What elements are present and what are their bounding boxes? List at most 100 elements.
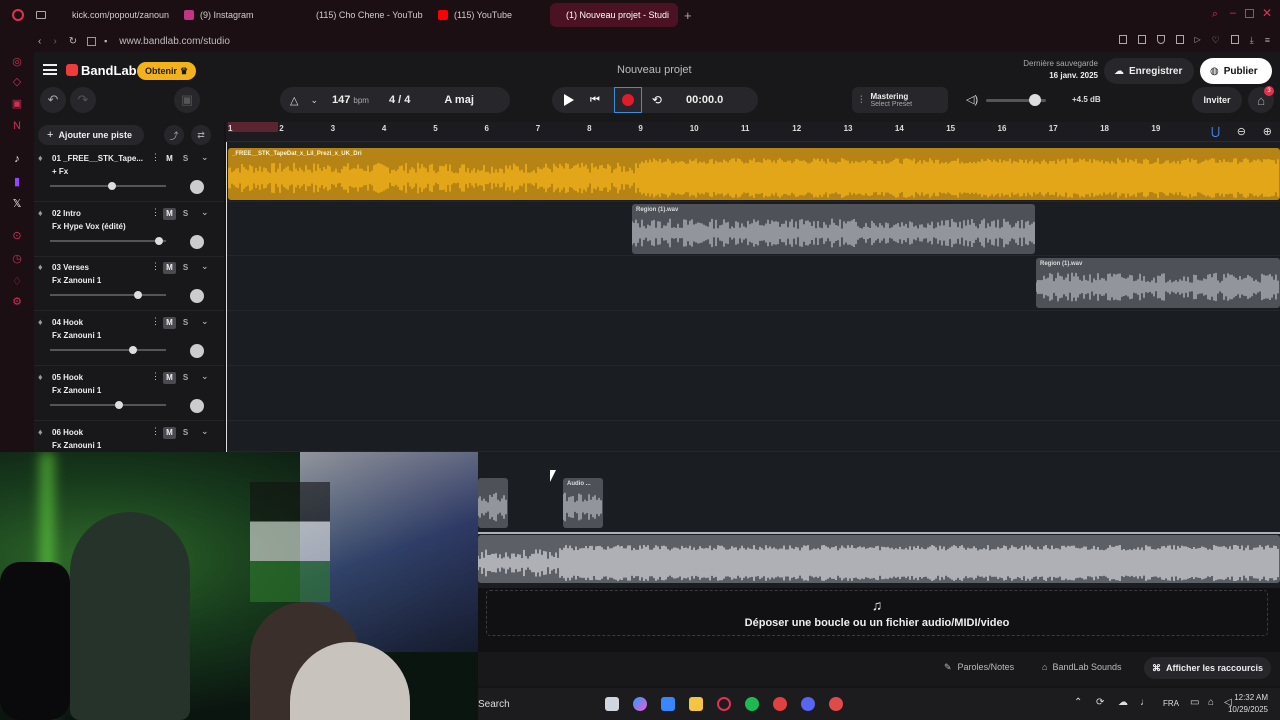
loop-region-marker[interactable]	[228, 122, 278, 132]
tab-bandlab-studio[interactable]: (1) Nouveau projet - Studi	[550, 3, 678, 27]
pan-knob[interactable]	[190, 234, 204, 249]
mic-icon[interactable]: ♦	[38, 317, 43, 327]
project-title[interactable]: Nouveau projet	[617, 64, 692, 76]
lane-5[interactable]	[226, 366, 1280, 421]
tray-date[interactable]: 10/29/2025	[1228, 705, 1268, 714]
tiktok-icon[interactable]: ♪	[11, 153, 23, 165]
timeline-ruler[interactable]: 1 2 3 4 5 6 7 8 9 10 11 12 13 14 15 16 17 18 19 ⋃ ⊖ ⊕	[226, 122, 1280, 142]
mute-button[interactable]: M	[163, 426, 176, 439]
new-tab-icon[interactable]: +	[684, 8, 692, 23]
audio-clip-partial[interactable]	[478, 478, 508, 528]
opera-logo-icon[interactable]	[12, 9, 24, 21]
full-audio-region[interactable]	[478, 535, 1280, 583]
track-settings-button[interactable]: ⇄	[191, 125, 211, 145]
capcut-icon[interactable]	[773, 697, 787, 711]
invite-button[interactable]: Inviter	[1192, 87, 1242, 113]
speaker-icon[interactable]: ◁)	[966, 93, 978, 106]
tray-time[interactable]: 12:32 AM	[1234, 693, 1268, 702]
track-options-icon[interactable]: ⋮	[151, 152, 160, 163]
key-selector[interactable]: A maj	[444, 94, 474, 106]
lyrics-button[interactable]: ✎ Paroles/Notes	[944, 662, 1014, 673]
track-fx[interactable]: Fx Hype Vox (édité)	[52, 222, 126, 231]
mastering-button[interactable]: ⫶ Mastering Select Preset	[852, 87, 948, 113]
track-volume-knob[interactable]	[154, 236, 163, 245]
chat-icon[interactable]: ◇	[11, 76, 23, 88]
magnet-snap-icon[interactable]: ⋃	[1211, 125, 1220, 138]
track-volume-knob[interactable]	[108, 182, 117, 190]
app-icon[interactable]	[829, 697, 843, 711]
shield-icon[interactable]	[1156, 35, 1165, 44]
opera-gx-icon[interactable]	[717, 697, 731, 711]
time-signature[interactable]: 4 / 4	[389, 94, 410, 106]
save-button[interactable]: ☁ Enregistrer	[1104, 58, 1194, 84]
track-row[interactable]: ♦ 02 Intro Fx Hype Vox (édité) ⋮ M S ⌄	[34, 203, 224, 257]
track-name[interactable]: 02 Intro	[52, 209, 81, 218]
chevron-down-icon[interactable]: ⌄	[201, 261, 209, 272]
mute-button[interactable]: M	[163, 262, 176, 275]
tray-sync-icon[interactable]: ⟳	[1096, 697, 1104, 708]
automation-button[interactable]: ⤴	[164, 125, 184, 145]
mic-icon[interactable]: ♦	[38, 208, 43, 218]
pan-knob[interactable]	[190, 398, 204, 413]
region-intro[interactable]: Region (1).wav	[632, 204, 1035, 254]
track-fx[interactable]: + Fx	[52, 167, 68, 176]
settings-icon[interactable]: ⚙	[11, 296, 23, 308]
chevron-down-icon[interactable]: ⌄	[201, 371, 209, 382]
track-name[interactable]: 04 Hook	[52, 318, 83, 327]
tray-network-icon[interactable]: ⌂	[1208, 697, 1214, 708]
track-row[interactable]: ♦ 03 Verses Fx Zanouni 1 ⋮ M S ⌄	[34, 257, 224, 312]
pan-knob[interactable]	[190, 180, 204, 194]
solo-button[interactable]: S	[179, 317, 192, 329]
tab-instagram[interactable]: (9) Instagram	[174, 3, 300, 27]
rewind-button[interactable]: ⏮	[590, 94, 600, 107]
tab-grid-icon[interactable]	[36, 11, 46, 19]
track-row[interactable]: ♦ 04 Hook Fx Zanouni 1 ⋮ M S ⌄	[34, 312, 224, 367]
beat-region[interactable]: _FREE__STK_TapeDat_x_Lil_Prezi_x_UK_Dri	[228, 148, 1280, 200]
track-name[interactable]: 01 _FREE__STK_Tape...	[52, 154, 143, 163]
chevron-down-icon[interactable]: ⌄	[201, 426, 209, 437]
loop-button[interactable]: ⟲	[652, 93, 662, 107]
track-volume-slider[interactable]	[50, 236, 166, 245]
drop-zone[interactable]: ♫ Déposer une boucle ou un fichier audio…	[478, 588, 1280, 652]
track-fx[interactable]: Fx Zanouni 1	[52, 441, 101, 450]
store-icon[interactable]	[661, 697, 675, 711]
region-verses[interactable]: Region (1).wav	[1036, 258, 1280, 308]
lower-track-lanes[interactable]: Audio ...	[478, 452, 1280, 588]
solo-button[interactable]: S	[179, 372, 192, 384]
track-name[interactable]: 06 Hook	[52, 428, 83, 437]
drop-box[interactable]: ♫ Déposer une boucle ou un fichier audio…	[486, 590, 1268, 636]
track-options-icon[interactable]: ⋮	[151, 426, 160, 437]
track-volume-knob[interactable]	[134, 291, 143, 300]
audio-clip[interactable]: Audio ...	[563, 478, 603, 528]
track-volume-knob[interactable]	[114, 400, 123, 409]
pin-icon[interactable]	[1118, 35, 1127, 44]
chevron-down-icon[interactable]: ⌄	[201, 152, 209, 163]
hamburger-menu-icon[interactable]	[43, 64, 57, 75]
obtenir-button[interactable]: Obtenir ♛	[137, 62, 197, 80]
track-name[interactable]: 03 Verses	[52, 263, 89, 272]
file-explorer-icon[interactable]	[689, 697, 703, 711]
lane-6[interactable]	[226, 421, 1280, 452]
track-lanes[interactable]: _FREE__STK_TapeDat_x_Lil_Prezi_x_UK_Dri …	[226, 142, 1280, 452]
track-volume-slider[interactable]	[50, 400, 166, 409]
mic-icon[interactable]: ♦	[38, 427, 43, 437]
zoom-out-icon[interactable]: ⊖	[1237, 125, 1246, 138]
track-volume-slider[interactable]	[50, 182, 166, 190]
track-fx[interactable]: Fx Zanouni 1	[52, 276, 101, 285]
chevron-down-icon[interactable]: ⌄	[201, 316, 209, 327]
search-tabs-icon[interactable]: ⌕	[1212, 8, 1218, 21]
track-fx[interactable]: Fx Zanouni 1	[52, 331, 101, 340]
task-view-icon[interactable]	[605, 697, 619, 711]
wallet-icon[interactable]	[1230, 35, 1239, 44]
vpn-icon[interactable]	[1175, 35, 1184, 44]
pan-knob[interactable]	[190, 344, 204, 359]
x-icon[interactable]: 𝕏	[11, 198, 23, 210]
mute-button[interactable]: M	[163, 153, 176, 165]
publish-button[interactable]: ◍ Publier	[1200, 58, 1272, 84]
track-options-icon[interactable]: ⋮	[151, 261, 160, 272]
history-icon[interactable]: ◷	[11, 253, 23, 265]
close-window-icon[interactable]: ✕	[1262, 6, 1272, 20]
solo-button[interactable]: S	[179, 153, 192, 165]
track-options-icon[interactable]: ⋮	[151, 316, 160, 327]
download-icon[interactable]: ⤓	[1250, 35, 1254, 46]
